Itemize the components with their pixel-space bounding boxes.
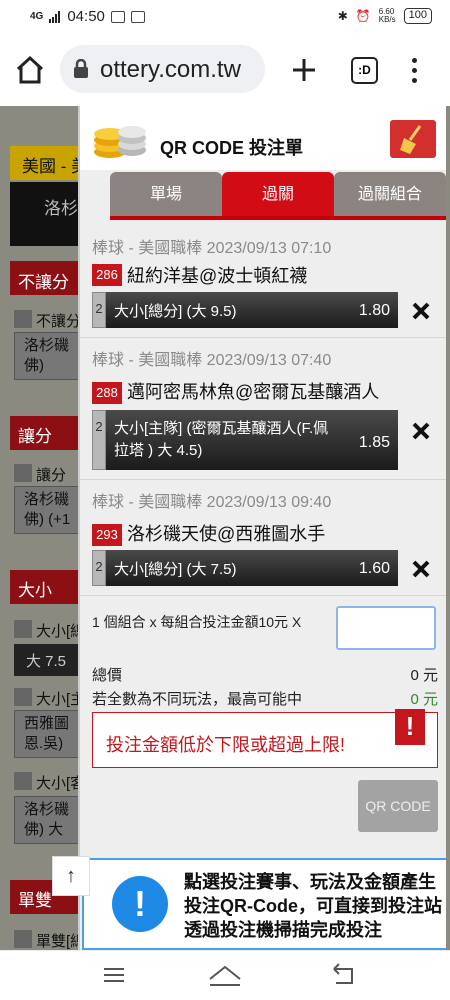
total-row: 總價 0 元 <box>92 664 438 685</box>
bet-teams: 紐約洋基@波士頓紅襪 <box>127 266 308 286</box>
bet-date: 棒球 - 美國職棒 2023/09/13 07:10 <box>92 240 332 257</box>
bet-selection: 2 大小[總分] (大 9.5) 1.80 <box>92 292 398 328</box>
alarm-icon: ⏰ <box>355 9 371 23</box>
new-tab-icon[interactable] <box>290 56 318 84</box>
tab-parlay[interactable]: 過關 <box>222 172 334 218</box>
bet-item: 棒球 - 美國職棒 2023/09/13 09:40 293 洛杉磯天使@西雅圖… <box>80 480 446 596</box>
bg-section-title: 不讓分 <box>18 273 69 292</box>
help-banner: ! 點選投注賽事、玩法及金額產生投注QR-Code，可直接到投注站透過投注機掃描… <box>82 858 446 950</box>
url-text[interactable]: ottery.com.tw <box>100 56 241 84</box>
panel-title: QR CODE 投注單 <box>160 138 304 158</box>
info-icon: ! <box>112 876 168 932</box>
odds: 1.60 <box>358 560 390 577</box>
error-message-box: 投注金額低於下限或超過上限! ! <box>92 709 438 768</box>
clock: 04:50 <box>67 8 105 25</box>
home-icon[interactable] <box>14 54 46 86</box>
scroll-top-button[interactable]: ↑ <box>52 856 90 896</box>
error-message: 投注金額低於下限或超過上限! <box>106 735 345 755</box>
qr-bet-slip-panel: QR CODE 投注單 單場 過關 過關組合 棒球 - 美國職棒 2023/09… <box>78 106 446 950</box>
net-speed: 6.60 KB/s <box>378 7 396 24</box>
total-value: 0 元 <box>410 667 438 684</box>
clear-slip-button[interactable] <box>390 120 436 158</box>
remove-bet-icon[interactable] <box>410 300 432 322</box>
bet-selection: 2 大小[總分] (大 7.5) 1.60 <box>92 550 398 586</box>
tab-single[interactable]: 單場 <box>110 172 222 218</box>
remove-bet-icon[interactable] <box>410 420 432 442</box>
tab-parlay-combo[interactable]: 過關組合 <box>334 172 446 218</box>
browser-toolbar: ottery.com.tw :D <box>0 34 450 106</box>
max-win-value: 0 元 <box>410 691 438 708</box>
max-win-label: 若全數為不同玩法，最高可能中 <box>92 691 303 708</box>
address-bar[interactable]: ottery.com.tw <box>60 45 265 93</box>
tab-bar: 單場 過關 過關組合 <box>110 172 446 218</box>
lock-icon <box>74 59 88 78</box>
more-menu-icon[interactable] <box>408 56 420 86</box>
bet-item: 棒球 - 美國職棒 2023/09/13 07:10 286 紐約洋基@波士頓紅… <box>80 226 446 338</box>
selection-index: 2 <box>92 550 106 586</box>
bet-amount-input[interactable] <box>336 606 436 650</box>
back-icon[interactable] <box>330 963 356 987</box>
selection-text: 大小[總分] (大 7.5) <box>114 561 237 578</box>
qr-code-button[interactable]: QR CODE <box>358 780 438 832</box>
bet-item: 棒球 - 美國職棒 2023/09/13 07:40 288 邁阿密馬林魚@密爾… <box>80 338 446 480</box>
selection-text: 大小[總分] (大 9.5) <box>114 303 237 320</box>
max-win-row: 若全數為不同玩法，最高可能中 0 元 <box>92 688 438 709</box>
bet-teams: 邁阿密馬林魚@密爾瓦基釀酒人 <box>127 382 380 402</box>
bet-selection: 2 大小[主隊] (密爾瓦基釀酒人(F.佩拉塔 ) 大 4.5) 1.85 <box>92 410 398 470</box>
remove-bet-icon[interactable] <box>410 558 432 580</box>
bet-date: 棒球 - 美國職棒 2023/09/13 09:40 <box>92 494 332 511</box>
broom-icon <box>400 125 422 154</box>
tab-underline <box>110 216 446 220</box>
selection-text: 大小[主隊] (密爾瓦基釀酒人(F.佩拉塔 ) 大 4.5) <box>114 420 329 459</box>
play-icon <box>130 10 145 23</box>
bet-teams: 洛杉磯天使@西雅圖水手 <box>127 524 326 544</box>
game-number-badge: 288 <box>92 382 122 404</box>
bg-section-title: 單雙 <box>18 891 52 910</box>
bet-date: 棒球 - 美國職棒 2023/09/13 07:40 <box>92 352 332 369</box>
bg-section-title: 大小 <box>18 581 52 600</box>
battery-indicator: 100 <box>403 8 432 24</box>
home-nav-icon[interactable] <box>208 963 242 987</box>
bg-section-title: 讓分 <box>18 427 52 446</box>
bg-box: 西雅圖 恩.吳) <box>24 715 70 752</box>
selection-index: 2 <box>92 292 106 328</box>
tab-switcher-button[interactable]: :D <box>351 57 378 84</box>
bg-team: 洛杉 <box>44 199 78 218</box>
bg-row-label: 不讓分 <box>36 313 82 330</box>
bg-box: 洛杉磯 佛) 大 <box>24 801 70 838</box>
selection-index: 2 <box>92 410 106 470</box>
odds: 1.80 <box>358 302 390 319</box>
game-number-badge: 286 <box>92 264 122 286</box>
gallery-icon <box>110 10 125 23</box>
coins-icon <box>94 126 146 158</box>
bg-box: 洛杉磯 佛) (+1 <box>24 491 71 528</box>
panel-header: QR CODE 投注單 <box>80 106 446 170</box>
total-label: 總價 <box>92 667 123 684</box>
system-nav-bar <box>0 950 450 1000</box>
bg-row-label: 讓分 <box>36 467 67 484</box>
warning-icon: ! <box>395 709 425 745</box>
status-bar: 4G 04:50 ✱ ⏰ 6.60 KB/s 100 <box>0 0 450 34</box>
signal-icon <box>49 10 61 23</box>
odds: 1.85 <box>358 434 390 451</box>
signal-label: 4G <box>30 11 44 22</box>
bg-box: 洛杉磯 佛) <box>24 337 70 374</box>
bg-box-dark: 大 7.5 <box>26 653 67 670</box>
help-text: 點選投注賽事、玩法及金額產生投注QR-Code，可直接到投注站透過投注機掃描完成… <box>184 872 442 940</box>
combo-description: 1 個組合 x 每組合投注金額10元 X <box>92 614 302 630</box>
game-number-badge: 293 <box>92 524 122 546</box>
bluetooth-icon: ✱ <box>337 9 348 23</box>
recents-icon[interactable] <box>102 963 126 987</box>
